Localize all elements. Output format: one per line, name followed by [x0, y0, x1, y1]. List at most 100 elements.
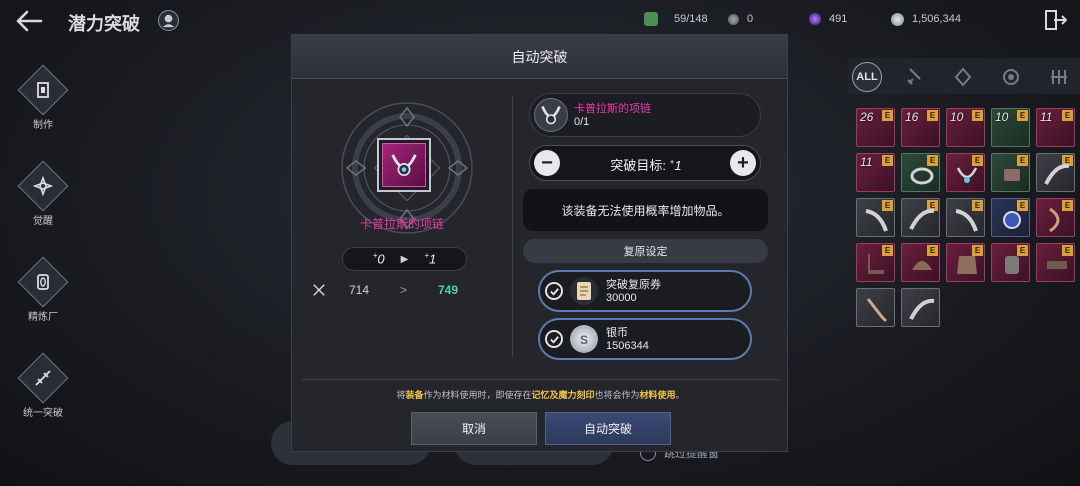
armor-icon: [957, 256, 977, 274]
enhance-level: 11: [1040, 110, 1053, 124]
inventory-slot[interactable]: E: [1036, 153, 1075, 192]
bow-icon: [1049, 207, 1060, 233]
back-arrow-icon[interactable]: [14, 9, 44, 33]
equipped-badge: E: [972, 110, 983, 121]
material-warning: 将装备作为材料使用时，即使存在记忆及魔力刻印也将会作为材料使用。: [396, 390, 685, 400]
sidenav-item-craft[interactable]: 制作: [17, 64, 69, 131]
enhance-level: 10: [950, 110, 964, 124]
claw-icon: [865, 209, 888, 232]
necklace-icon: [382, 143, 426, 187]
sidenav-item-unify-break[interactable]: 统一突破: [17, 352, 69, 419]
sidenav-item-awaken[interactable]: 觉醒: [17, 160, 69, 227]
help-icon[interactable]: [158, 10, 179, 31]
purple-orb-icon: [809, 13, 821, 25]
necklace-icon: [956, 167, 978, 183]
currency-silver-coin: 1,506,344: [891, 11, 961, 27]
inventory-slot[interactable]: [856, 288, 895, 327]
item-name: 卡普拉斯的项链: [359, 217, 444, 231]
enhance-level: 16: [905, 110, 919, 124]
option-amount: 1506344: [606, 340, 649, 352]
currency-value: 491: [829, 13, 848, 25]
stat-to: 749: [438, 283, 459, 297]
equipped-badge: E: [1017, 110, 1028, 121]
enhance-level: 26: [860, 110, 874, 124]
armor-filter-icon[interactable]: [952, 66, 974, 88]
inventory-slot[interactable]: E: [946, 198, 985, 237]
notice-text: 该装备无法使用概率增加物品。: [523, 189, 768, 231]
currency-purple-orb: 491: [809, 11, 847, 27]
gem-amulet-icon: [1003, 211, 1021, 229]
inventory-slot[interactable]: E: [991, 243, 1030, 282]
inventory-slot[interactable]: 16 E: [901, 108, 940, 147]
inventory-slot[interactable]: E: [946, 243, 985, 282]
inventory-slot[interactable]: E: [991, 198, 1030, 237]
claw-icon: [955, 209, 978, 232]
craft-icon: [17, 64, 69, 116]
svg-text:S: S: [580, 333, 588, 347]
accessory-filter-icon[interactable]: [1000, 66, 1022, 88]
inventory-slot[interactable]: E: [901, 243, 940, 282]
currency-gray-ore: 0: [728, 11, 753, 27]
sidenav-item-refinery[interactable]: 精炼厂: [17, 256, 69, 323]
weapon-filter-icon[interactable]: [904, 66, 926, 88]
currency-value: 0: [747, 13, 754, 25]
equipped-badge: E: [1062, 110, 1073, 121]
inventory-slot[interactable]: E: [901, 153, 940, 192]
enhance-level: 10: [995, 110, 1009, 124]
sidenav-label: 觉醒: [33, 216, 53, 227]
inventory-slot[interactable]: E: [856, 243, 895, 282]
inventory-slot[interactable]: E: [901, 198, 940, 237]
option-name: 突破复原券: [606, 279, 661, 291]
inventory-slot[interactable]: 10 E: [991, 108, 1030, 147]
inventory-slot[interactable]: E: [991, 153, 1030, 192]
restore-option-ticket[interactable]: 突破复原券 30000: [538, 270, 752, 312]
equipped-badge: E: [882, 110, 893, 121]
belt-icon: [1047, 261, 1067, 269]
dagger-icon: [866, 298, 888, 323]
misc-filter-icon[interactable]: [1048, 66, 1070, 88]
inventory-slot[interactable]: E: [946, 153, 985, 192]
material-name: 卡普拉斯的项链: [574, 103, 651, 115]
inventory-slot[interactable]: 10 E: [946, 108, 985, 147]
auto-breakthrough-button[interactable]: 自动突破: [545, 412, 671, 445]
plus-button[interactable]: +: [730, 150, 756, 176]
breakthrough-target: − 突破目标: +1 +: [529, 145, 761, 181]
level-change: +0 ▶ +1: [342, 247, 467, 271]
option-amount: 30000: [606, 292, 637, 304]
refinery-icon: [17, 256, 69, 308]
bracelet-icon: [1004, 169, 1020, 181]
check-icon: [545, 282, 563, 300]
silver-coin-icon: [891, 12, 904, 26]
boots-icon: [868, 254, 884, 274]
necklace-icon: [534, 98, 568, 132]
auto-breakthrough-dialog: 自动突破 卡普拉斯的项链 +0 ▶ +1 714 > 749 卡普拉斯的项链 0…: [291, 34, 788, 452]
unify-break-icon: [17, 352, 69, 404]
inventory-slot[interactable]: [901, 288, 940, 327]
filter-all-button[interactable]: ALL: [852, 62, 882, 92]
restore-option-silver[interactable]: S 银币 1506344: [538, 318, 752, 360]
column-divider: [512, 95, 513, 357]
exit-icon[interactable]: [1045, 10, 1068, 30]
restore-settings-header: 复原设定: [523, 239, 768, 263]
material-slot[interactable]: 卡普拉斯的项链 0/1: [529, 93, 761, 137]
target-text: 突破目标: +1: [610, 157, 682, 173]
claw-icon: [1044, 163, 1070, 185]
inventory-slot[interactable]: E: [1036, 198, 1075, 237]
inventory-slot[interactable]: 11 E: [1036, 108, 1075, 147]
inventory-slot[interactable]: 11 E: [856, 153, 895, 192]
inventory-slot[interactable]: 26 E: [856, 108, 895, 147]
cancel-button[interactable]: 取消: [411, 412, 537, 445]
currency-value: 59/148: [674, 13, 708, 25]
inventory-slot[interactable]: E: [856, 198, 895, 237]
check-icon: [545, 330, 563, 348]
crossed-swords-icon: [313, 284, 325, 296]
inventory-slot[interactable]: E: [1036, 243, 1075, 282]
claw-icon: [909, 208, 935, 230]
stat-change-row: 714 > 749: [312, 280, 492, 300]
gray-ore-icon: [728, 13, 739, 25]
ring-icon: [910, 167, 934, 185]
sidenav-label: 制作: [33, 120, 53, 131]
sidenav-label: 精炼厂: [28, 312, 58, 323]
sidenav-label: 统一突破: [23, 408, 63, 419]
green-gem-icon: [644, 12, 658, 26]
